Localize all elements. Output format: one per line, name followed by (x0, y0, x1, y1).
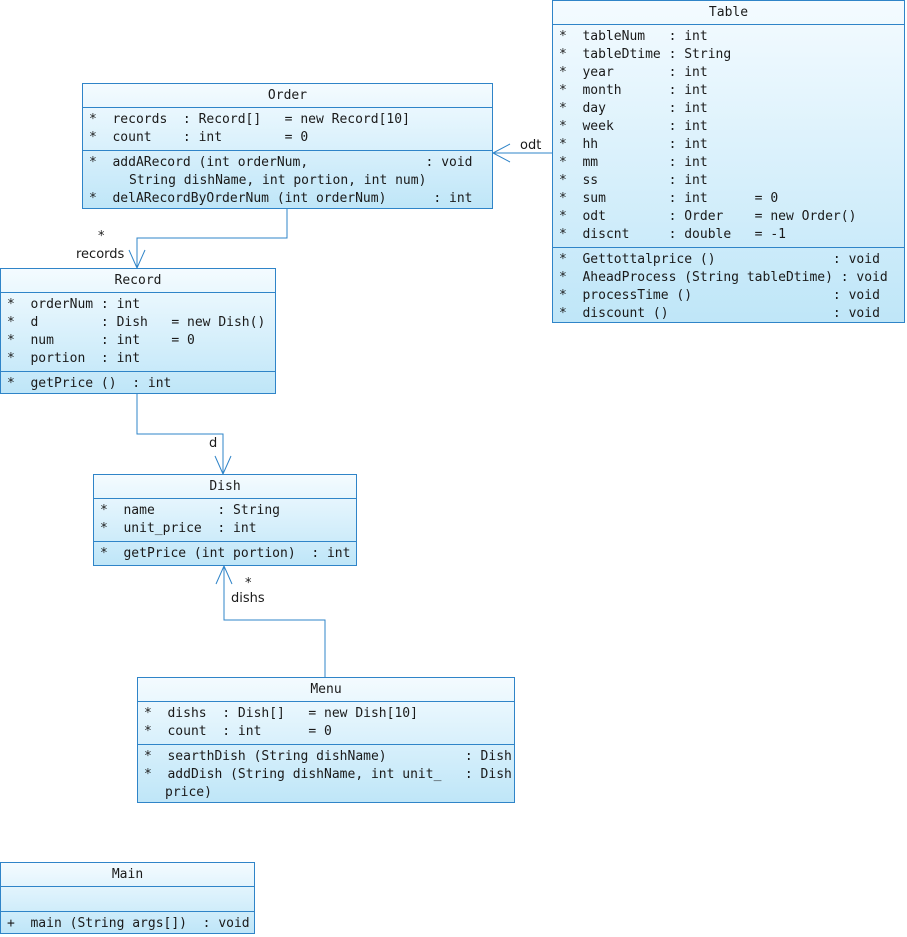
attribute: * dishs : Dish[] = new Dish[10] (144, 706, 418, 721)
class-order-attributes: * records : Record[] = new Record[10] * … (83, 108, 492, 151)
attribute: * mm : int (559, 155, 708, 170)
class-order-name: Order (83, 84, 492, 108)
attribute: * odt : Order = new Order() (559, 209, 857, 224)
operation: * getPrice () : int (7, 376, 172, 391)
operation: * searthDish (String dishName) : Dish (144, 749, 512, 764)
class-dish-attributes: * name : String * unit_price : int (94, 499, 356, 542)
class-menu-operations: * searthDish (String dishName) : Dish * … (138, 745, 514, 805)
odt-role-label: odt (520, 138, 541, 153)
attribute: * discnt : double = -1 (559, 227, 786, 242)
attribute: * day : int (559, 101, 708, 116)
attribute: * count : int = 0 (144, 724, 332, 739)
class-table[interactable]: Table * tableNum : int * tableDtime : St… (552, 0, 905, 323)
dishs-multiplicity: * (245, 576, 252, 591)
class-dish[interactable]: Dish * name : String * unit_price : int … (93, 474, 357, 566)
operation: + main (String args[]) : void (7, 916, 250, 931)
attribute: * year : int (559, 65, 708, 80)
operation: * delARecordByOrderNum (int orderNum) : … (89, 191, 473, 206)
class-record[interactable]: Record * orderNum : int * d : Dish = new… (0, 268, 276, 394)
class-menu-attributes: * dishs : Dish[] = new Dish[10] * count … (138, 702, 514, 745)
records-multiplicity: * (98, 229, 105, 244)
class-menu[interactable]: Menu * dishs : Dish[] = new Dish[10] * c… (137, 677, 515, 803)
attribute: * count : int = 0 (89, 130, 309, 145)
attribute: * num : int = 0 (7, 333, 195, 348)
operation: * AheadProcess (String tableDtime) : voi… (559, 270, 888, 285)
operation: * processTime () : void (559, 288, 880, 303)
records-role-label: records (76, 247, 125, 262)
class-main-name: Main (1, 863, 254, 887)
attribute: * d : Dish = new Dish() (7, 315, 266, 330)
association-menu-dish: * dishs (215, 564, 326, 677)
attribute: * tableNum : int (559, 29, 708, 44)
class-table-operations: * Gettottalprice () : void * AheadProces… (553, 248, 904, 326)
attribute: * sum : int = 0 (559, 191, 779, 206)
attribute: * records : Record[] = new Record[10] (89, 112, 410, 127)
attribute: * month : int (559, 83, 708, 98)
class-dish-operations: * getPrice (int portion) : int (94, 542, 356, 566)
attribute: * portion : int (7, 351, 141, 366)
attribute: * name : String (100, 503, 281, 518)
attribute: * ss : int (559, 173, 708, 188)
operation-continuation: String dishName, int portion, int num) (129, 173, 427, 188)
class-table-attributes: * tableNum : int * tableDtime : String *… (553, 25, 904, 248)
class-main[interactable]: Main + main (String args[]) : void (0, 862, 255, 934)
class-record-operations: * getPrice () : int (1, 372, 275, 396)
association-order-record: * records (76, 209, 288, 270)
dishs-role-label: dishs (231, 591, 265, 606)
attribute: * orderNum : int (7, 297, 141, 312)
class-record-name: Record (1, 269, 275, 293)
attribute: * week : int (559, 119, 708, 134)
attribute: * unit_price : int (100, 521, 257, 536)
class-order[interactable]: Order * records : Record[] = new Record[… (82, 83, 493, 209)
class-dish-name: Dish (94, 475, 356, 499)
association-table-order: odt (491, 138, 552, 163)
operation-continuation: price) (165, 785, 212, 800)
class-record-attributes: * orderNum : int * d : Dish = new Dish()… (1, 293, 275, 372)
operation: * Gettottalprice () : void (559, 252, 880, 267)
class-main-operations: + main (String args[]) : void (1, 912, 254, 936)
operation: * addDish (String dishName, int unit_ : … (144, 767, 512, 782)
attribute: * hh : int (559, 137, 708, 152)
operation: * getPrice (int portion) : int (100, 546, 351, 561)
class-order-operations: * addARecord (int orderNum, : void Strin… (83, 151, 492, 211)
attribute: * tableDtime : String (559, 47, 732, 62)
class-main-attributes (1, 887, 254, 912)
d-role-label: d (209, 436, 217, 451)
class-table-name: Table (553, 1, 904, 25)
class-menu-name: Menu (138, 678, 514, 702)
operation: * discount () : void (559, 306, 880, 321)
association-record-dish: d (136, 394, 232, 476)
operation: * addARecord (int orderNum, : void (89, 155, 473, 170)
